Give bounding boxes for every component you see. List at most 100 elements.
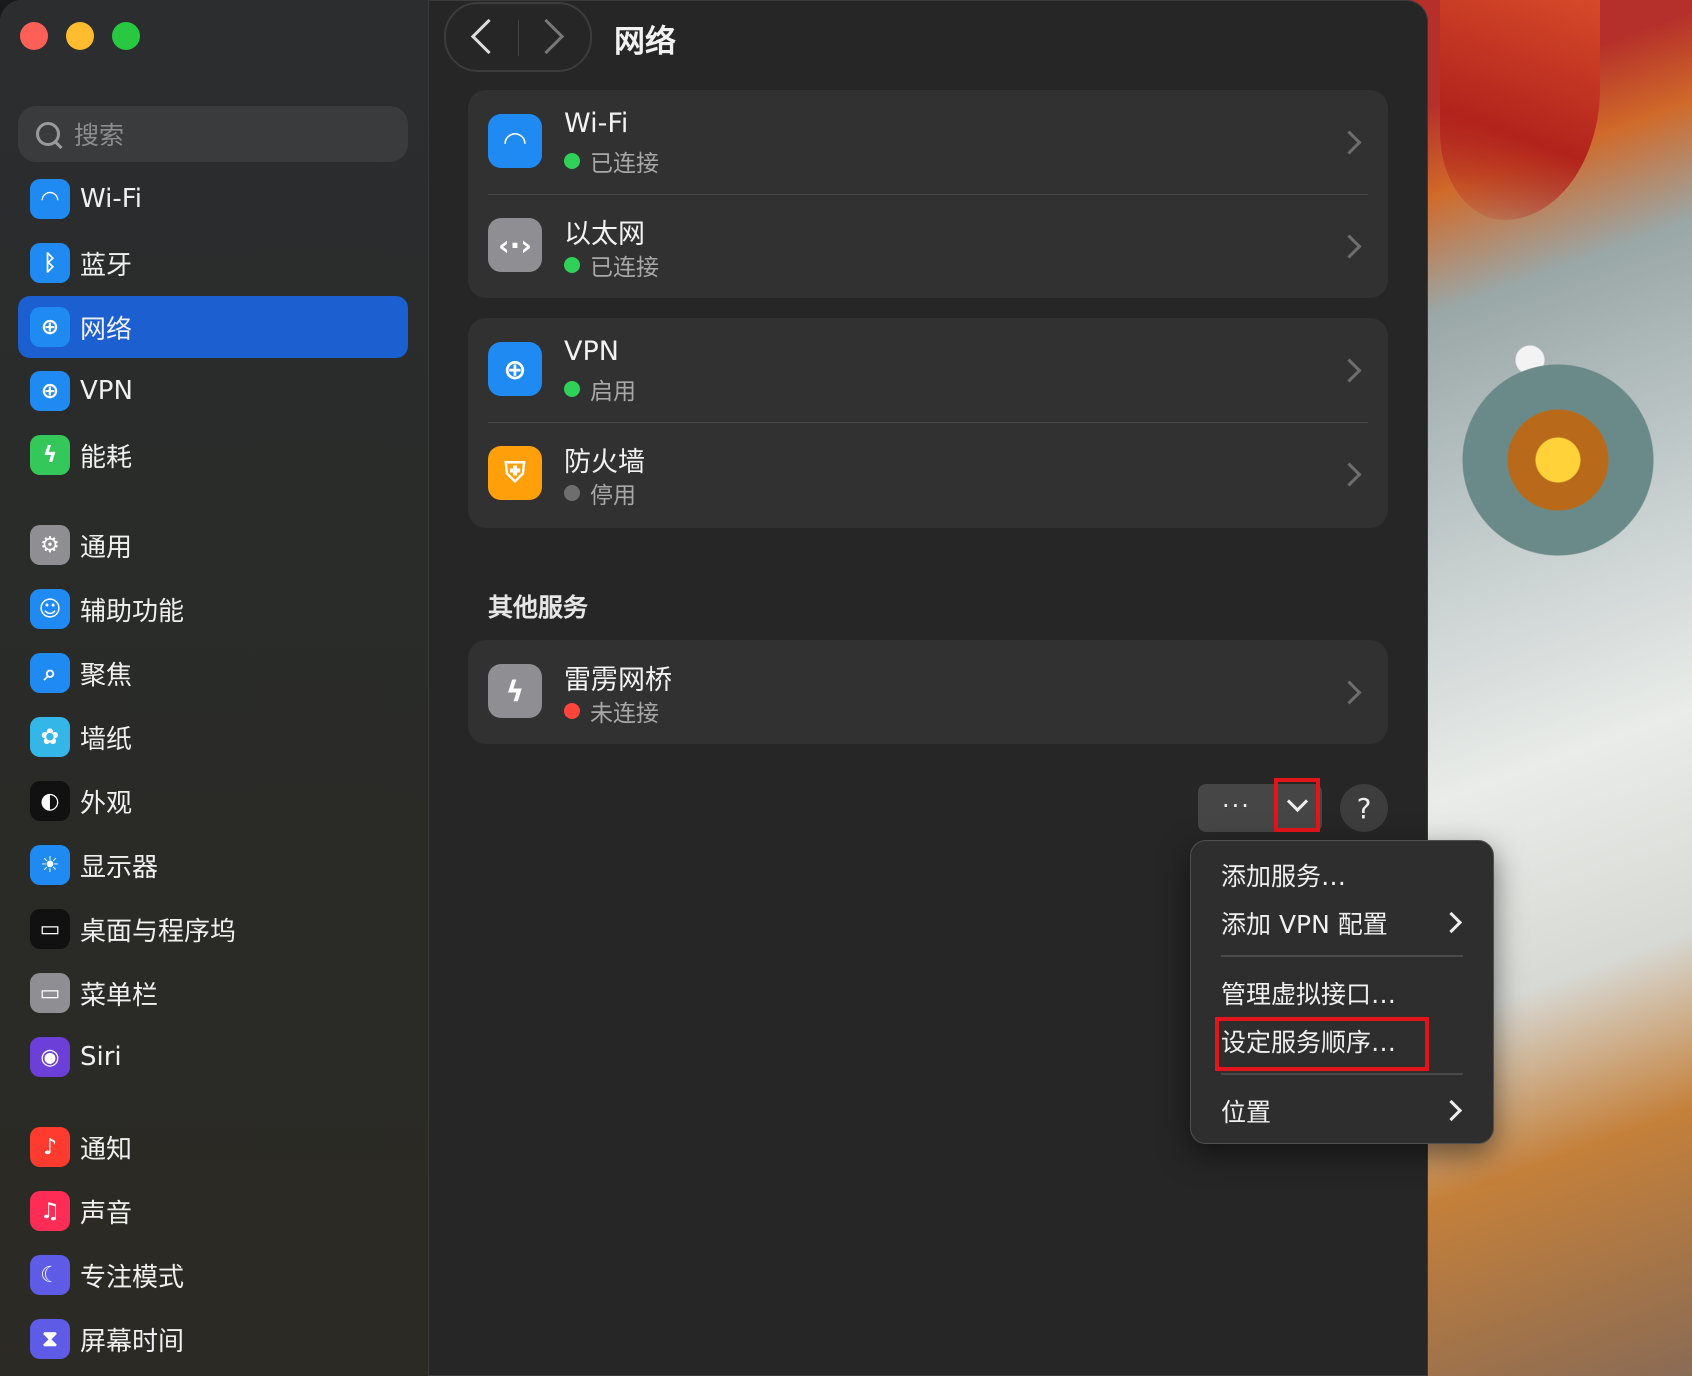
sidebar-item[interactable]: ϟ 能耗 [18,424,408,486]
wallpaper-flower-icon: ✿ [30,717,70,757]
speaker-icon: ♫ [30,1191,70,1231]
menu-separator [1221,955,1463,957]
service-row[interactable]: ϟ 雷雳网桥未连接 [468,640,1388,746]
sidebar-item[interactable]: ⧗ 屏幕时间 [18,1308,408,1370]
service-row[interactable]: ⛨ 防火墙 停用 [468,422,1388,528]
actions-menu: 添加服务… 添加 VPN 配置 管理虚拟接口… 设定服务顺序… 位置 [1190,840,1494,1144]
search-field[interactable]: 搜索 [18,106,408,162]
close-window-button[interactable] [20,22,48,50]
battery-bolt-icon: ϟ [30,435,70,475]
chevron-right-icon [1337,462,1362,487]
appearance-icon: ◐ [30,781,70,821]
menubar-icon: ▭ [30,973,70,1013]
display-sun-icon: ☀ [30,845,70,885]
ethernet-icon: ‹·› [488,218,542,272]
wifi-icon: ◠ [488,114,542,168]
menu-item-manage-virtual-interfaces[interactable]: 管理虚拟接口… [1221,975,1396,1011]
vpn-globe-icon: ⊕ [30,371,70,411]
sidebar-item-label: Wi-Fi [80,184,143,214]
status-dot-icon [564,485,580,501]
service-row[interactable]: ◠ Wi-Fi 已连接 [468,90,1388,196]
back-chevron-icon[interactable] [470,18,507,55]
menu-item-add-vpn-config[interactable]: 添加 VPN 配置 [1221,905,1388,941]
nav-separator [518,20,519,56]
chevron-right-icon [1337,358,1362,383]
service-title: 以太网 [564,219,645,250]
sidebar-item-label: 菜单栏 [80,980,159,1011]
sidebar-item-label: 专注模式 [80,1262,185,1293]
sidebar-item-label: 辅助功能 [80,596,185,627]
sidebar-item[interactable]: ᛒ 蓝牙 [18,232,408,294]
service-title: VPN [564,336,619,367]
sidebar-item[interactable]: ▭ 桌面与程序坞 [18,898,408,960]
sidebar-item[interactable]: ☀ 显示器 [18,834,408,896]
ellipsis-icon: ··· [1222,792,1251,820]
sidebar-item[interactable]: ◐ 外观 [18,770,408,832]
navigation-buttons [444,2,592,72]
sidebar-item[interactable]: ▭ 菜单栏 [18,962,408,1024]
search-icon [36,122,60,146]
sidebar-item[interactable]: ◉ Siri [18,1026,408,1088]
page-title: 网络 [614,24,676,60]
minimize-window-button[interactable] [66,22,94,50]
firewall-shield-icon: ⛨ [488,446,542,500]
desktop-wallpaper [1400,0,1692,1376]
service-title: Wi-Fi [564,108,629,139]
network-group-security: ⊕ VPN 启用 ⛨ 防火墙 停用 [468,318,1388,528]
vpn-globe-icon: ⊕ [488,342,542,396]
service-title: 雷雳网桥 [564,665,672,696]
wifi-icon: ◠ [30,179,70,219]
sidebar-item[interactable]: ◠ Wi-Fi [18,168,408,230]
siri-icon: ◉ [30,1037,70,1077]
service-status: 停用 [564,476,636,510]
service-status: 已连接 [564,144,659,178]
sidebar-item-label: 外观 [80,788,133,819]
network-group-connections: ◠ Wi-Fi 已连接 ‹·› 以太网 已连接 [468,90,1388,298]
menu-item-add-service[interactable]: 添加服务… [1221,857,1346,893]
forward-chevron-icon[interactable] [528,18,565,55]
chevron-right-icon [1337,680,1362,705]
chevron-right-icon [1337,130,1362,155]
sidebar-item[interactable]: ☺ 辅助功能 [18,578,408,640]
moon-icon: ☾ [30,1255,70,1295]
service-row[interactable]: ‹·› 以太网 已连接 [468,194,1388,300]
status-text: 启用 [590,379,636,405]
sidebar-item-label: 屏幕时间 [80,1326,185,1357]
chevron-right-icon [1337,234,1362,259]
sidebar-item[interactable]: ☾ 专注模式 [18,1244,408,1306]
status-text: 未连接 [590,701,659,727]
sidebar-item-label: Siri [80,1042,122,1072]
status-dot-icon [564,381,580,397]
status-text: 停用 [590,483,636,509]
search-placeholder: 搜索 [74,121,125,150]
sidebar-item-label: 蓝牙 [80,250,133,281]
sidebar-item[interactable]: ✿ 墙纸 [18,706,408,768]
sidebar-item[interactable]: ⊕ 网络 [18,296,408,358]
sidebar-item[interactable]: ⌕ 聚焦 [18,642,408,704]
thunderbolt-icon: ϟ [488,664,542,718]
hourglass-icon: ⧗ [30,1319,70,1359]
menu-item-location[interactable]: 位置 [1221,1093,1271,1129]
sidebar-item[interactable]: ♪ 通知 [18,1116,408,1178]
sidebar: 搜索 ◠ Wi-Fi ᛒ 蓝牙 ⊕ 网络 ⊕ VPN ϟ 能耗 ⚙ 通用 ☺ 辅助功能 ⌕ 聚焦 ✿ 墙纸 ◐ 外观 ☀… [0,0,429,1376]
submenu-chevron-icon [1440,911,1463,934]
sidebar-item[interactable]: ⊕ VPN [18,360,408,422]
sidebar-item[interactable]: ♫ 声音 [18,1180,408,1242]
service-row[interactable]: ⊕ VPN 启用 [468,318,1388,424]
chevron-down-icon [1286,790,1309,813]
sidebar-item-label: 网络 [80,314,133,345]
bluetooth-icon: ᛒ [30,243,70,283]
bell-icon: ♪ [30,1127,70,1167]
sidebar-item-label: 桌面与程序坞 [80,916,237,947]
sidebar-item-label: VPN [80,376,133,406]
other-services-group: ϟ 雷雳网桥未连接 [468,640,1388,744]
zoom-window-button[interactable] [112,22,140,50]
menu-separator [1221,1073,1463,1075]
submenu-chevron-icon [1440,1099,1463,1122]
sidebar-item-label: 能耗 [80,442,133,473]
more-actions-dropdown-button[interactable] [1274,778,1320,832]
sidebar-item-label: 声音 [80,1198,133,1229]
sidebar-item[interactable]: ⚙ 通用 [18,514,408,576]
spotlight-icon: ⌕ [30,653,70,693]
help-button[interactable]: ? [1340,784,1388,832]
